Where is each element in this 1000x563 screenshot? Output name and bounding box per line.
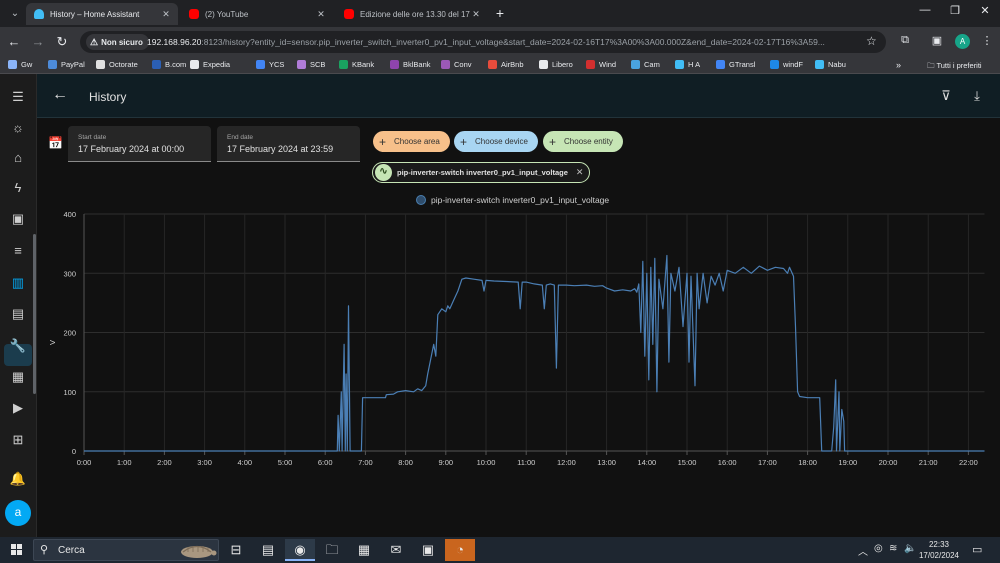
- series-line-0[interactable]: [84, 254, 985, 452]
- clock-time: 22:33: [928, 540, 950, 549]
- task-view-icon[interactable]: ⊟: [221, 539, 251, 561]
- volume-icon[interactable]: 🔈: [904, 543, 916, 554]
- search-icon: ⚲: [40, 544, 49, 556]
- x-tick-label: 3:00: [197, 458, 212, 467]
- network-tray-icon[interactable]: ◎: [874, 543, 883, 554]
- file-explorer-icon[interactable]: 🗀: [317, 539, 347, 561]
- x-tick-label: 9:00: [438, 458, 453, 467]
- wifi-icon[interactable]: ≋: [889, 543, 897, 554]
- x-tick-label: 10:00: [477, 458, 496, 467]
- voltage-history-chart[interactable]: 0 100 200 300 400 0:00 1:00 2:00 3:00 4:00 5:00 6:0…: [0, 0, 1000, 563]
- x-tick-label: 16:00: [718, 458, 737, 467]
- taskbar-clock[interactable]: 22:33 17/02/2024: [917, 539, 961, 561]
- windows-taskbar: ⚲ Cerca ⊟ ▤ ◉ 🗀 ▦ ✉ ▣ ◔ ︿ ◎ ≋ 🔈 22:33 17…: [0, 537, 1000, 563]
- clock-date: 17/02/2024: [918, 551, 960, 560]
- search-placeholder: Cerca: [58, 545, 85, 556]
- chrome-icon[interactable]: ◉: [285, 539, 315, 561]
- x-tick-label: 17:00: [758, 458, 777, 467]
- x-tick-label: 20:00: [879, 458, 898, 467]
- x-tick-label: 0:00: [77, 458, 92, 467]
- x-tick-label: 22:00: [959, 458, 978, 467]
- x-tick-label: 19:00: [838, 458, 857, 467]
- x-tick-label: 8:00: [398, 458, 413, 467]
- notification-center-icon[interactable]: ▭: [972, 543, 982, 556]
- y-tick-label: 0: [72, 447, 76, 456]
- app-icon-2[interactable]: ▣: [413, 539, 443, 561]
- x-tick-label: 7:00: [358, 458, 373, 467]
- x-tick-label: 4:00: [237, 458, 252, 467]
- y-tick-label: 100: [63, 388, 76, 397]
- x-tick-label: 13:00: [597, 458, 616, 467]
- x-tick-label: 6:00: [318, 458, 333, 467]
- windows-start-icon[interactable]: [11, 544, 23, 556]
- y-tick-label: 200: [63, 329, 76, 338]
- x-tick-label: 21:00: [919, 458, 938, 467]
- tray-overflow-icon[interactable]: ︿: [858, 543, 868, 558]
- mail-icon[interactable]: ✉: [381, 539, 411, 561]
- x-tick-label: 5:00: [278, 458, 293, 467]
- x-tick-label: 11:00: [517, 458, 535, 467]
- x-tick-label: 15:00: [678, 458, 697, 467]
- armadillo-illustration-icon: [181, 545, 217, 558]
- y-tick-label: 300: [63, 269, 76, 278]
- app-icon-3[interactable]: ◔: [445, 539, 475, 561]
- x-tick-label: 12:00: [557, 458, 576, 467]
- calculator-icon[interactable]: ▦: [349, 539, 379, 561]
- x-tick-label: 18:00: [798, 458, 817, 467]
- y-axis-title: V: [48, 340, 57, 345]
- x-tick-label: 14:00: [637, 458, 656, 467]
- taskbar-search[interactable]: ⚲ Cerca: [33, 539, 219, 561]
- app-icon-1[interactable]: ▤: [253, 539, 283, 561]
- x-tick-label: 1:00: [117, 458, 132, 467]
- x-tick-label: 2:00: [157, 458, 172, 467]
- y-tick-label: 400: [63, 210, 76, 219]
